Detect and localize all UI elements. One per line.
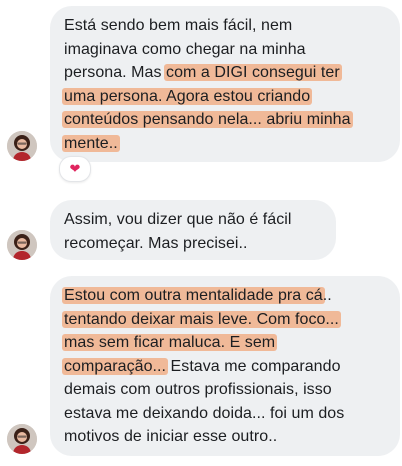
- message-text-segment: recomeçar. Mas precisei..: [64, 234, 248, 252]
- message-line: demais com outros profissionais, isso: [64, 378, 386, 402]
- message-line: comparação... Estava me comparando: [62, 355, 386, 379]
- message-line: persona. Mas com a DIGI consegui ter: [64, 61, 386, 85]
- message-text: Está sendo bem mais fácil, nem imaginava …: [62, 14, 386, 156]
- message-bubble[interactable]: Assim, vou dizer que não é fácil recomeça…: [50, 200, 336, 260]
- highlighted-text: comparação...: [62, 357, 169, 375]
- user-avatar-icon: [7, 131, 37, 161]
- highlighted-text: tentando deixar mais leve. Com foco...: [62, 310, 341, 328]
- message-line: mente..: [62, 132, 386, 156]
- message-bubble[interactable]: Está sendo bem mais fácil, nem imaginava …: [50, 6, 400, 162]
- highlighted-text: mas sem ficar maluca. E sem: [62, 334, 278, 351]
- message-text: Assim, vou dizer que não é fácil recomeça…: [64, 208, 322, 255]
- message-line: mas sem ficar maluca. E sem: [62, 331, 386, 355]
- highlighted-text: conteúdos pensando nela... abriu minha: [62, 111, 353, 128]
- highlighted-text: com a DIGI consegui ter: [164, 64, 342, 81]
- heart-reaction[interactable]: ❤: [59, 156, 91, 182]
- message-line: Está sendo bem mais fácil, nem: [64, 14, 386, 38]
- message-line: estava me deixando doida... foi um dos: [64, 402, 386, 426]
- avatar[interactable]: [7, 230, 37, 260]
- message-line: tentando deixar mais leve. Com foco...: [62, 308, 386, 332]
- message-text-segment: persona. Mas: [64, 64, 167, 81]
- heart-icon: ❤: [69, 161, 81, 176]
- message-text-segment: Assim, vou dizer que não é fácil: [64, 211, 292, 228]
- message-bubble[interactable]: Estou com outra mentalidade pra cá.. tent…: [50, 276, 400, 456]
- user-avatar-icon: [7, 424, 37, 454]
- highlighted-text: uma persona. Agora estou criando: [62, 87, 313, 105]
- message-text-segment: demais com outros profissionais, isso: [64, 381, 332, 398]
- avatar[interactable]: [7, 131, 37, 161]
- message-text-segment: motivos de iniciar esse outro..: [64, 428, 278, 445]
- message-text-segment: ..: [322, 287, 332, 304]
- message-text-segment: imaginava como chegar na minha: [64, 40, 306, 58]
- message-text-segment: Estava me comparando: [166, 357, 341, 375]
- message-line: recomeçar. Mas precisei..: [64, 232, 322, 256]
- message-line: Assim, vou dizer que não é fácil: [64, 208, 322, 232]
- highlighted-text: Estou com outra mentalidade pra cá: [62, 287, 325, 304]
- message-line: conteúdos pensando nela... abriu minha: [62, 108, 386, 132]
- message-line: Estou com outra mentalidade pra cá..: [62, 284, 386, 308]
- highlighted-text: mente..: [62, 134, 120, 152]
- message-line: motivos de iniciar esse outro..: [64, 425, 386, 449]
- user-avatar-icon: [7, 230, 37, 260]
- message-line: imaginava como chegar na minha: [64, 38, 386, 62]
- message-text: Estou com outra mentalidade pra cá.. tent…: [62, 284, 386, 449]
- message-text-segment: Está sendo bem mais fácil, nem: [64, 17, 293, 34]
- avatar[interactable]: [7, 424, 37, 454]
- message-text-segment: estava me deixando doida... foi um dos: [64, 404, 345, 422]
- message-line: uma persona. Agora estou criando: [62, 85, 386, 109]
